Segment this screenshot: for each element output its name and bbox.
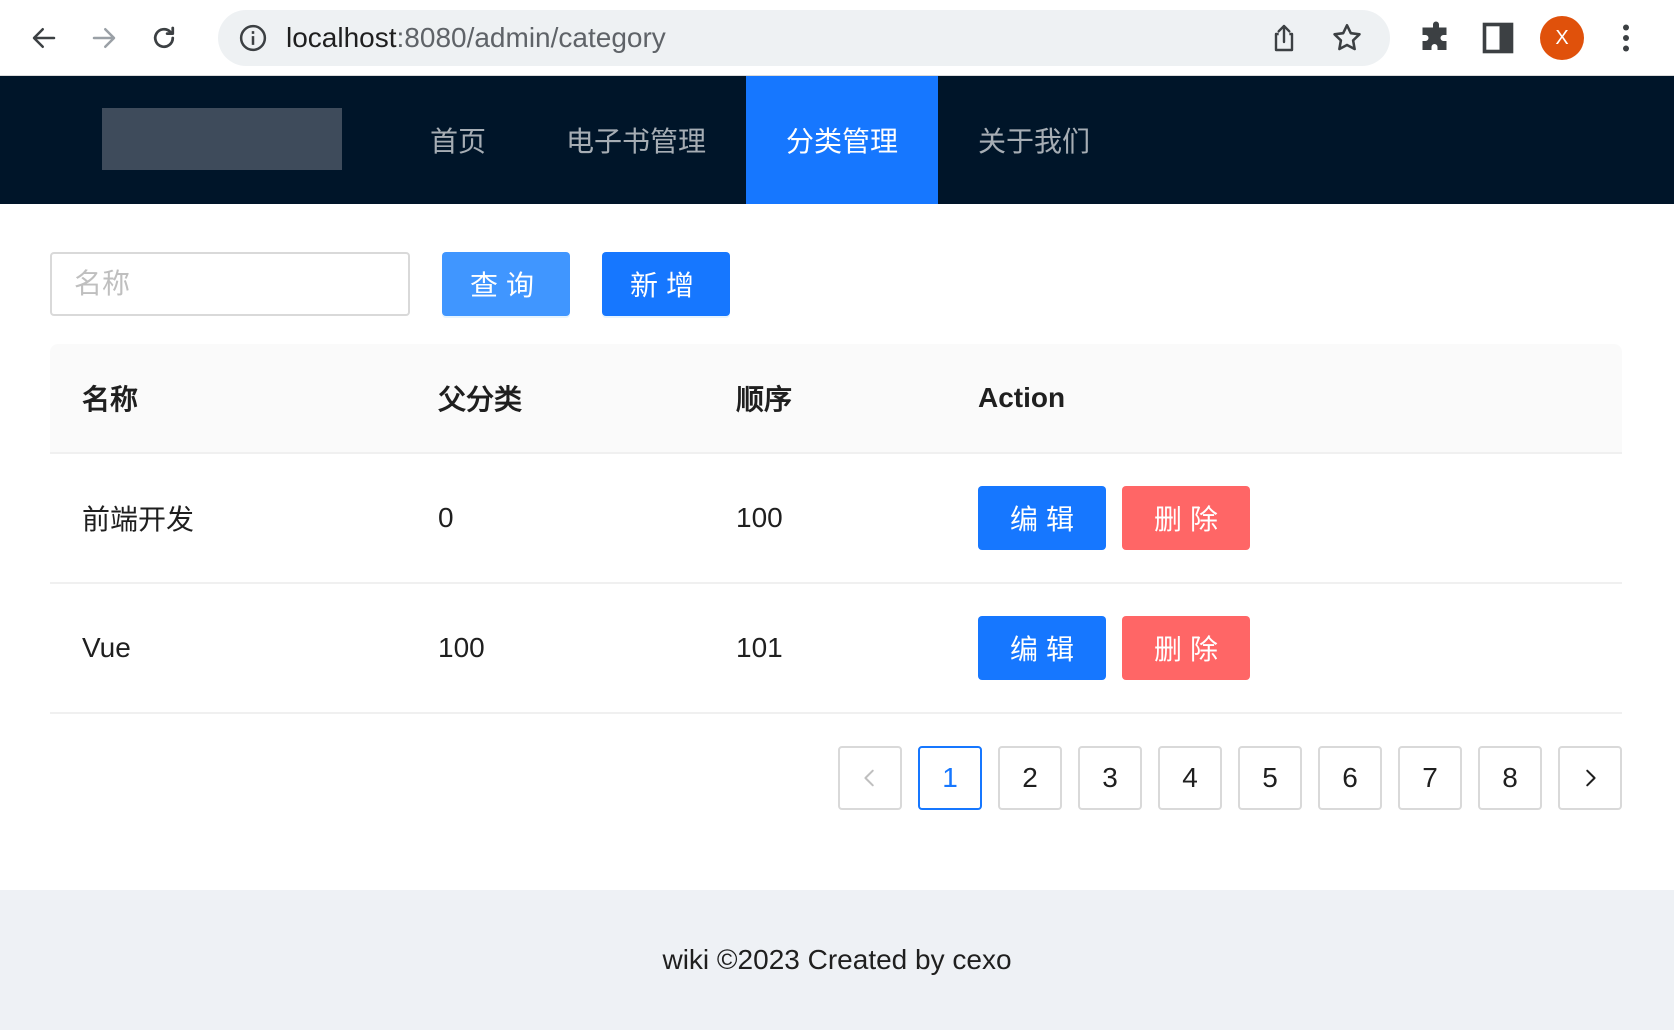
arrow-right-icon	[92, 28, 116, 48]
url-host: localhost	[286, 22, 397, 53]
chevron-left-icon	[864, 769, 874, 787]
table-row: Vue 100 101 编辑 删除	[50, 584, 1622, 714]
address-bar[interactable]: localhost:8080/admin/category	[218, 10, 1390, 66]
page-2-button[interactable]: 2	[998, 746, 1062, 810]
main-content: 查询 新增 名称 父分类 顺序 Action 前端开发 0 100 编辑 删除 …	[0, 204, 1674, 890]
top-menu: 首页 电子书管理 分类管理 关于我们	[390, 76, 1130, 204]
cell-parent: 0	[438, 502, 454, 533]
bookmark-star-icon[interactable]	[1330, 21, 1364, 55]
back-button[interactable]	[22, 16, 66, 60]
name-search-input[interactable]	[50, 252, 410, 316]
query-button[interactable]: 查询	[442, 252, 570, 316]
share-icon[interactable]	[1268, 22, 1300, 54]
page-7-button[interactable]: 7	[1398, 746, 1462, 810]
cell-sort: 101	[736, 632, 783, 663]
pagination: 1 2 3 4 5 6 7 8	[838, 746, 1622, 810]
table-header: 名称 父分类 顺序 Action	[50, 344, 1622, 454]
menu-item-home[interactable]: 首页	[390, 76, 526, 204]
more-menu-icon[interactable]	[1608, 20, 1644, 56]
page-4-button[interactable]: 4	[1158, 746, 1222, 810]
add-button[interactable]: 新增	[602, 252, 730, 316]
side-panel-icon[interactable]	[1480, 20, 1516, 56]
reload-button[interactable]	[142, 16, 186, 60]
url-path: :8080/admin/category	[396, 22, 666, 53]
reload-icon	[153, 26, 175, 49]
profile-avatar[interactable]: X	[1540, 16, 1584, 60]
delete-button[interactable]: 删除	[1122, 616, 1250, 680]
logo-placeholder	[102, 108, 342, 170]
menu-item-category-admin[interactable]: 分类管理	[746, 76, 939, 204]
cell-name: Vue	[82, 632, 131, 663]
url-text[interactable]: localhost:8080/admin/category	[286, 24, 666, 52]
cell-sort: 100	[736, 502, 783, 533]
arrow-left-icon	[32, 28, 56, 48]
delete-button[interactable]: 删除	[1122, 486, 1250, 550]
category-table: 名称 父分类 顺序 Action 前端开发 0 100 编辑 删除 Vue 10…	[50, 344, 1622, 714]
page-8-button[interactable]: 8	[1478, 746, 1542, 810]
column-header-action: Action	[978, 382, 1066, 413]
page-5-button[interactable]: 5	[1238, 746, 1302, 810]
chevron-right-icon	[1586, 769, 1596, 787]
table-row: 前端开发 0 100 编辑 删除	[50, 454, 1622, 584]
page-3-button[interactable]: 3	[1078, 746, 1142, 810]
cell-actions: 编辑 删除	[978, 454, 1266, 582]
page-1-button[interactable]: 1	[918, 746, 982, 810]
edit-button[interactable]: 编辑	[978, 486, 1106, 550]
column-header-parent: 父分类	[438, 384, 523, 415]
cell-parent: 100	[438, 632, 485, 663]
info-icon[interactable]	[238, 23, 268, 53]
footer-text: wiki ©2023 Created by cexo	[662, 944, 1012, 975]
menu-item-about[interactable]: 关于我们	[938, 76, 1130, 204]
column-header-sort: 顺序	[736, 384, 793, 415]
extensions-puzzle-icon[interactable]	[1418, 20, 1454, 56]
browser-toolbar: localhost:8080/admin/category X	[0, 0, 1674, 76]
next-page-button[interactable]	[1558, 746, 1622, 810]
column-header-name: 名称	[82, 384, 139, 415]
page-6-button[interactable]: 6	[1318, 746, 1382, 810]
app-header: 首页 电子书管理 分类管理 关于我们	[0, 76, 1674, 204]
prev-page-button[interactable]	[838, 746, 902, 810]
cell-actions: 编辑 删除	[978, 584, 1266, 712]
page-footer: wiki ©2023 Created by cexo	[0, 890, 1674, 1030]
menu-item-ebook-admin[interactable]: 电子书管理	[526, 76, 746, 204]
edit-button[interactable]: 编辑	[978, 616, 1106, 680]
cell-name: 前端开发	[82, 504, 195, 535]
forward-button[interactable]	[82, 16, 126, 60]
